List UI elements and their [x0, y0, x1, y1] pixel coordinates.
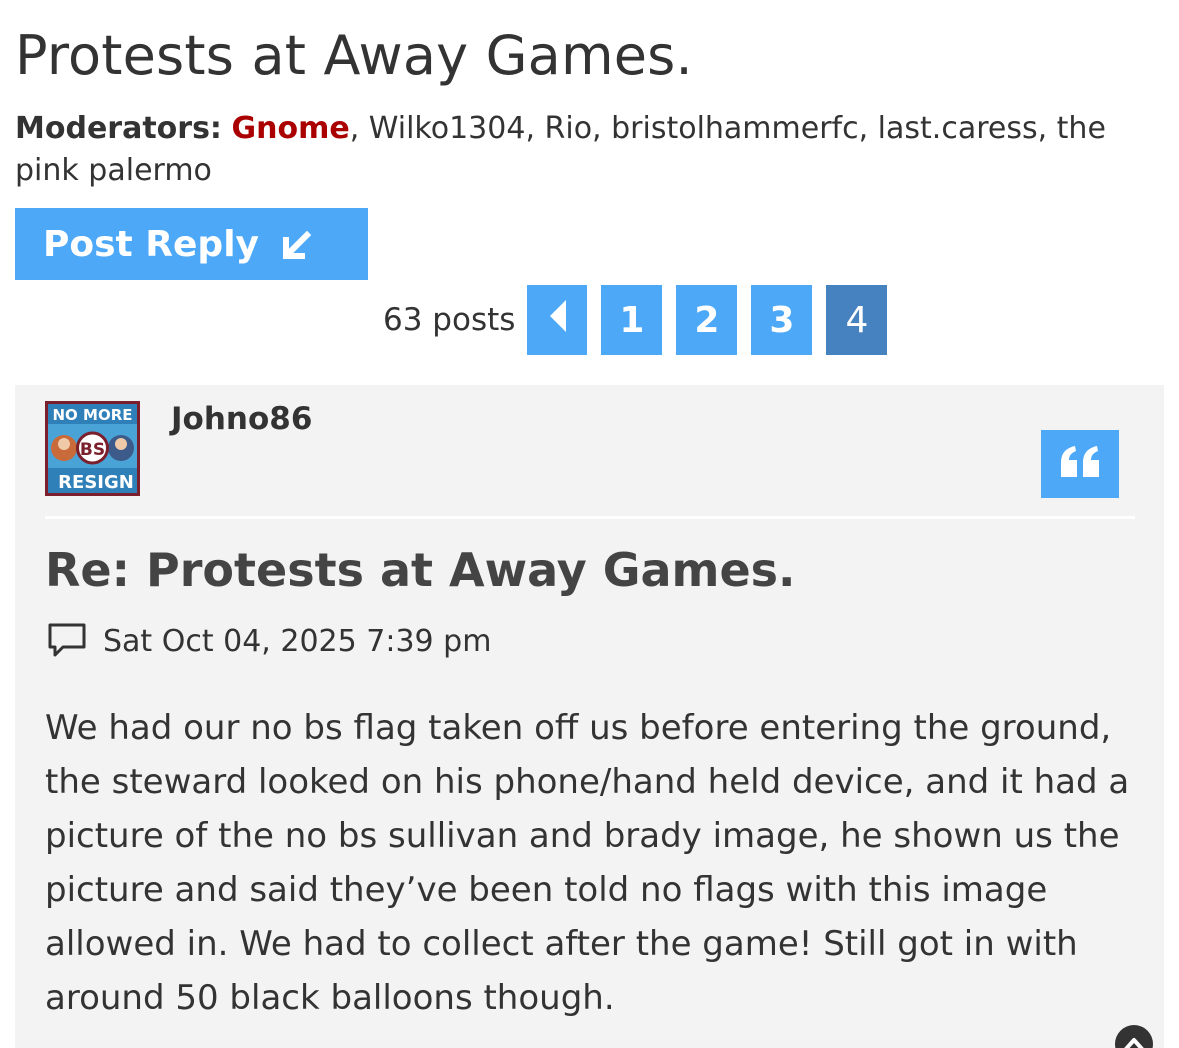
quote-button[interactable] — [1041, 430, 1119, 498]
moderators-label: Moderators: — [15, 111, 222, 146]
post-author[interactable]: Johno86 — [171, 401, 312, 437]
avatar[interactable]: NO MORE BS RESIGN — [45, 401, 140, 496]
scroll-top-icon[interactable] — [1115, 1025, 1153, 1048]
chevron-left-icon — [546, 298, 568, 343]
pagination: 63 posts 1 2 3 4 — [383, 284, 888, 356]
page-title: Protests at Away Games. — [15, 24, 693, 87]
post-title[interactable]: Re: Protests at Away Games. — [45, 543, 796, 597]
quote-icon — [1059, 445, 1101, 483]
moderator-link-gnome[interactable]: Gnome — [231, 111, 349, 146]
post-timestamp: Sat Oct 04, 2025 7:39 pm — [103, 623, 492, 659]
post-reply-button[interactable]: Post Reply — [15, 208, 368, 280]
post-reply-label: Post Reply — [43, 223, 259, 265]
avatar-top-text: NO MORE — [52, 406, 132, 424]
current-page-indicator: 4 — [826, 285, 888, 355]
avatar-bottom-text: RESIGN — [58, 472, 134, 493]
avatar-image: NO MORE BS RESIGN — [48, 404, 137, 493]
post-divider — [45, 516, 1135, 519]
reply-arrow-icon — [281, 229, 312, 259]
post-body: We had our no bs flag taken off us befor… — [45, 708, 1130, 1018]
page-link-3[interactable]: 3 — [751, 285, 813, 355]
previous-page-button[interactable] — [527, 285, 588, 355]
page-link-1[interactable]: 1 — [601, 285, 663, 355]
post: NO MORE BS RESIGN Johno86 Re: Protests a… — [15, 385, 1164, 1048]
forum-topic-page: Protests at Away Games. Moderators: Gnom… — [0, 0, 1179, 1048]
moderators-line: Moderators: Gnome, Wilko1304, Rio, brist… — [15, 108, 1175, 192]
post-meta: Sat Oct 04, 2025 7:39 pm — [47, 621, 491, 661]
page-link-2[interactable]: 2 — [676, 285, 738, 355]
avatar-middle-text: BS — [80, 440, 105, 460]
post-count: 63 posts — [383, 302, 516, 338]
speech-bubble-icon[interactable] — [47, 621, 87, 661]
